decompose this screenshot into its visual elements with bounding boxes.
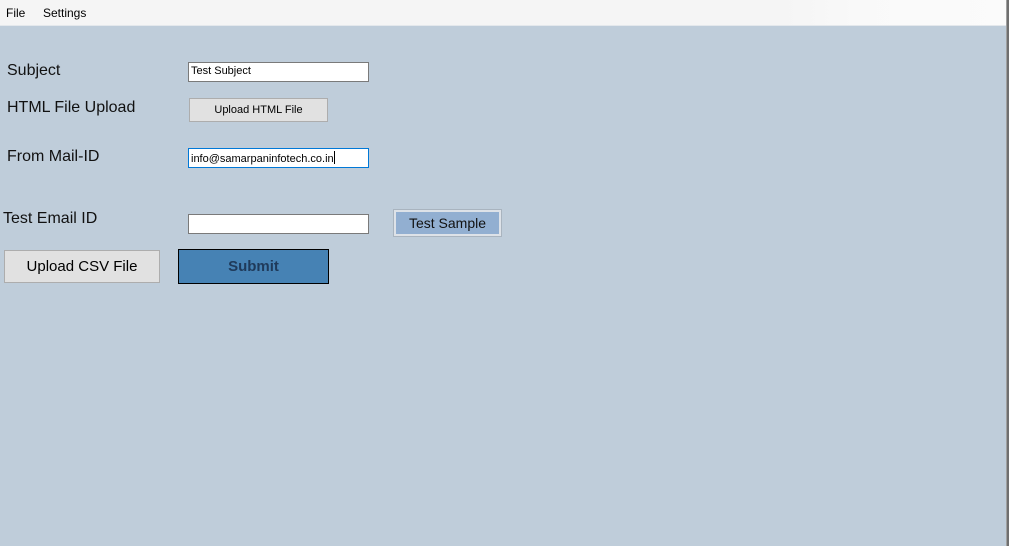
from-mail-id-label: From Mail-ID: [7, 148, 100, 165]
upload-html-file-button[interactable]: Upload HTML File: [189, 98, 328, 122]
menu-file[interactable]: File: [6, 6, 25, 20]
text-caret: [333, 151, 335, 164]
test-email-id-label: Test Email ID: [3, 210, 98, 227]
from-mail-id-input-value: info@samarpaninfotech.co.in: [191, 153, 334, 165]
test-sample-button[interactable]: Test Sample: [393, 209, 502, 237]
from-mail-id-input[interactable]: info@samarpaninfotech.co.in: [188, 148, 369, 168]
html-file-upload-label: HTML File Upload: [7, 99, 136, 116]
subject-label: Subject: [7, 62, 61, 79]
menu-settings[interactable]: Settings: [43, 6, 86, 20]
subject-input-value: Test Subject: [191, 65, 251, 77]
menu-bar: File Settings: [0, 0, 1006, 26]
subject-input[interactable]: Test Subject: [188, 62, 369, 82]
submit-button[interactable]: Submit: [178, 249, 329, 284]
test-email-id-input[interactable]: [188, 214, 369, 234]
main-window: File Settings Subject Test Subject HTML …: [0, 0, 1006, 546]
upload-csv-file-button[interactable]: Upload CSV File: [4, 250, 160, 283]
